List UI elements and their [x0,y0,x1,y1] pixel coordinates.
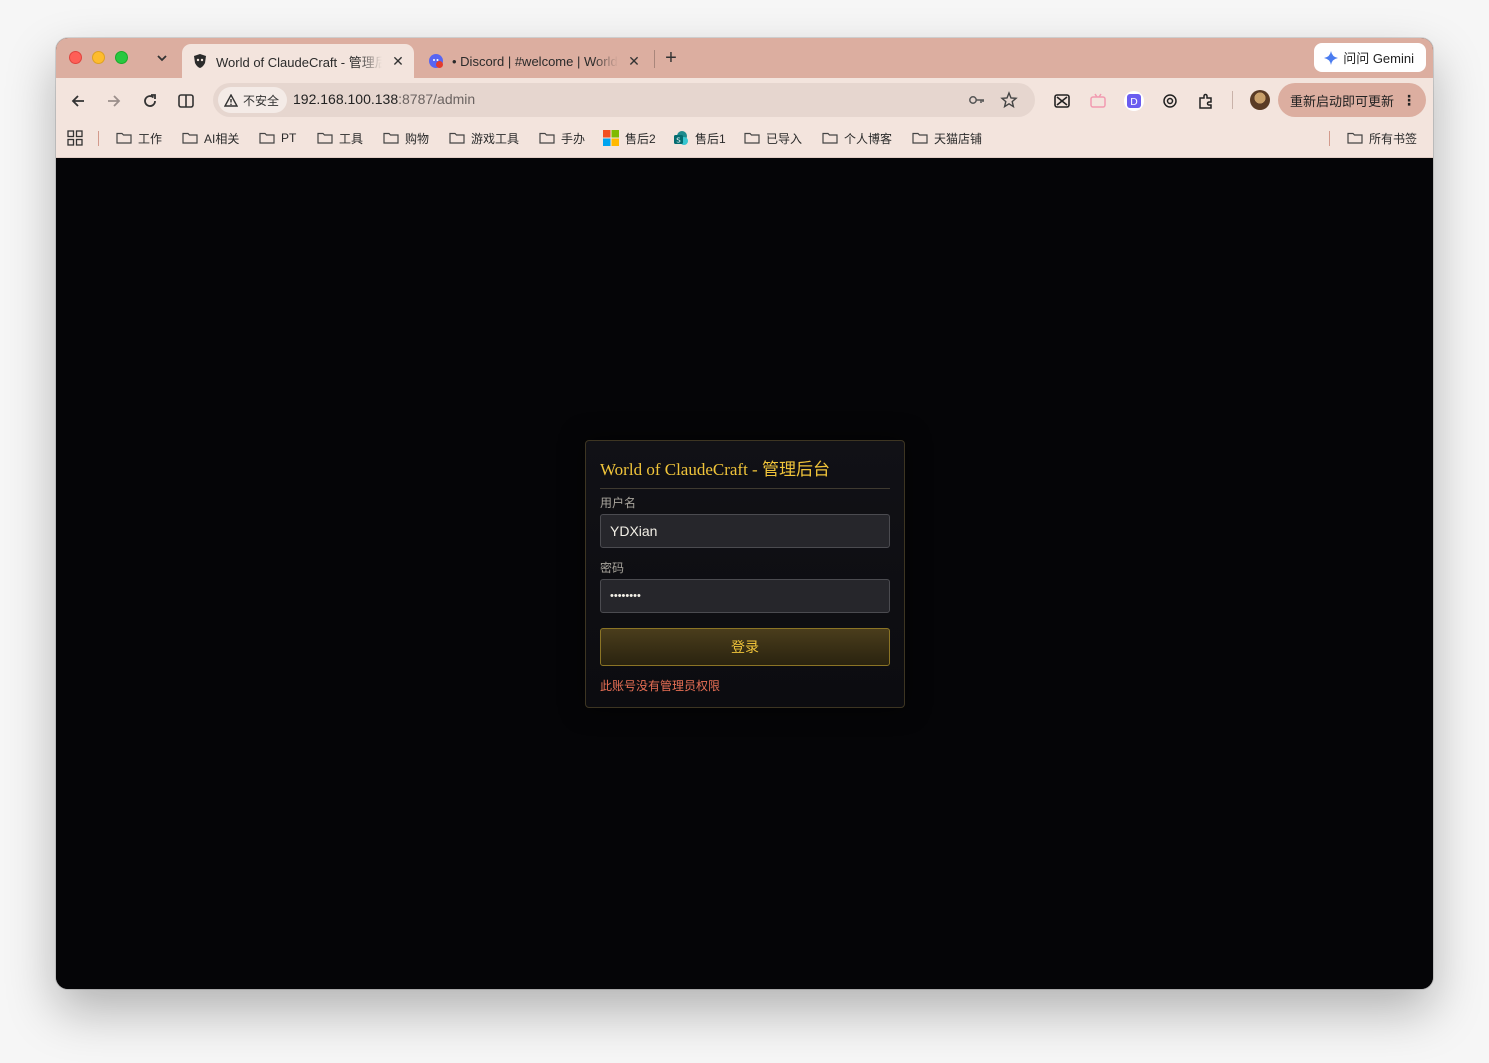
bookmark-label: 个人博客 [844,131,893,146]
tab-admin[interactable]: World of ClaudeCraft - 管理后台 ✕ [182,44,414,78]
bookmark-folder[interactable]: 工作 [116,123,162,153]
folder-icon [912,132,928,144]
microsoft-icon [603,130,619,146]
extensions-puzzle-icon[interactable] [1195,90,1217,112]
folder-icon [744,132,760,144]
bookmark-label: 天猫店铺 [934,131,983,146]
discord-icon [428,53,444,69]
folder-icon [383,132,399,144]
extension-crossed-icon[interactable] [1051,90,1073,112]
bookmark-label: 售后1 [695,131,726,146]
toolbar: 不安全 192.168.100.138:8787/admin D 重新启动即可更… [56,78,1433,123]
url-path: :8787/admin [398,91,476,107]
tab-strip: World of ClaudeCraft - 管理后台 ✕ • Discord … [56,38,1433,78]
security-chip[interactable]: 不安全 [218,87,288,113]
bookmark-label: 手办 [561,131,586,146]
login-button[interactable]: 登录 [600,628,890,666]
more-vertical-icon: ⋮ [1402,91,1416,108]
split-view-icon[interactable] [175,90,197,112]
close-window-button[interactable] [69,51,82,64]
back-arrow-icon[interactable] [67,90,89,112]
gemini-sparkle-icon [1324,50,1339,65]
update-label: 重新启动即可更新 [1289,93,1394,109]
bookmark-label: 售后2 [625,131,656,146]
login-panel: World of ClaudeCraft - 管理后台 用户名 YDXian 密… [585,440,905,708]
bookmark-folder[interactable]: 游戏工具 [449,123,519,153]
username-field[interactable]: YDXian [600,514,890,548]
all-bookmarks-label: 所有书签 [1369,131,1418,146]
bookmark-folder[interactable]: 购物 [383,123,429,153]
tab-search-chevron-icon[interactable] [152,48,172,68]
gemini-button[interactable]: 问问 Gemini [1314,43,1426,72]
error-message: 此账号没有管理员权限 [600,679,721,693]
bookmark-folder[interactable]: 天猫店铺 [912,123,982,153]
bookmark-folder[interactable]: 个人博客 [822,123,892,153]
folder-icon [182,132,198,144]
url-host: 192.168.100.138 [293,91,399,107]
folder-icon [1347,132,1363,144]
address-bar[interactable]: 不安全 192.168.100.138:8787/admin [213,83,1035,117]
svg-text:S: S [676,136,681,144]
folder-icon [259,132,275,144]
username-label: 用户名 [600,496,637,510]
all-bookmarks-folder[interactable]: 所有书签 [1347,123,1417,153]
bookmark-folder[interactable]: 工具 [317,123,363,153]
bookmark-label: AI相关 [204,131,240,146]
svg-text:D: D [1130,97,1138,108]
password-field[interactable]: •••••••• [600,579,890,613]
bilibili-tv-icon[interactable] [1087,90,1109,112]
close-tab-icon[interactable]: ✕ [388,51,408,71]
forward-arrow-icon[interactable] [103,90,125,112]
sharepoint-icon: S [674,131,688,145]
apps-grid-icon[interactable] [67,123,83,153]
bookmark-link[interactable]: 售后2 [603,123,656,153]
shield-skull-icon [192,53,208,69]
warning-triangle-icon [224,93,238,107]
close-tab-icon[interactable]: ✕ [624,51,644,71]
url-text[interactable]: 192.168.100.138:8787/admin [293,91,475,107]
bookmark-label: 已导入 [766,131,803,146]
security-label: 不安全 [243,93,280,108]
gemini-label: 问问 Gemini [1343,51,1414,66]
bookmark-label: 游戏工具 [471,131,520,146]
bookmarks-divider [98,131,99,146]
bookmark-star-icon[interactable] [1000,91,1018,109]
reload-icon[interactable] [139,90,161,112]
bookmarks-bar: 工作 AI相关 PT 工具 购物 游戏工具 手办 售后2 S 售后1 已导入 个… [56,123,1433,158]
toolbar-divider [1232,91,1233,109]
new-tab-plus-icon[interactable]: + [661,47,681,69]
password-label: 密码 [600,561,625,575]
folder-icon [317,132,333,144]
minimize-window-button[interactable] [92,51,105,64]
bookmark-folder[interactable]: AI相关 [182,123,239,153]
folder-icon [116,132,132,144]
password-key-icon[interactable] [968,91,986,109]
bookmark-folder[interactable]: 手办 [539,123,585,153]
bookmark-link[interactable]: S 售后1 [673,123,726,153]
tab-discord[interactable]: • Discord | #welcome | World of ClaudeCr… [418,44,650,78]
login-title: World of ClaudeCraft - 管理后台 [600,455,890,489]
bookmark-folder[interactable]: PT [259,123,296,153]
restart-update-button[interactable]: 重新启动即可更新 ⋮ [1277,83,1426,117]
folder-icon [449,132,465,144]
folder-icon [822,132,838,144]
bookmarks-divider [1329,131,1330,146]
page-content: World of ClaudeCraft - 管理后台 用户名 YDXian 密… [56,159,1433,989]
maximize-window-button[interactable] [115,51,128,64]
tab-title: • Discord | #welcome | World of ClaudeCr… [452,53,618,69]
bookmark-label: 购物 [405,131,430,146]
tab-divider [654,50,655,68]
bookmark-folder[interactable]: 已导入 [744,123,802,153]
openai-icon[interactable] [1159,90,1181,112]
browser-window: World of ClaudeCraft - 管理后台 ✕ • Discord … [56,38,1433,989]
bookmark-label: 工具 [339,131,364,146]
bookmark-label: 工作 [138,131,163,146]
folder-icon [539,132,555,144]
profile-avatar[interactable] [1250,90,1270,110]
bookmark-label: PT [281,131,297,145]
tab-title: World of ClaudeCraft - 管理后台 [216,54,382,70]
extension-d-icon[interactable]: D [1123,90,1145,112]
